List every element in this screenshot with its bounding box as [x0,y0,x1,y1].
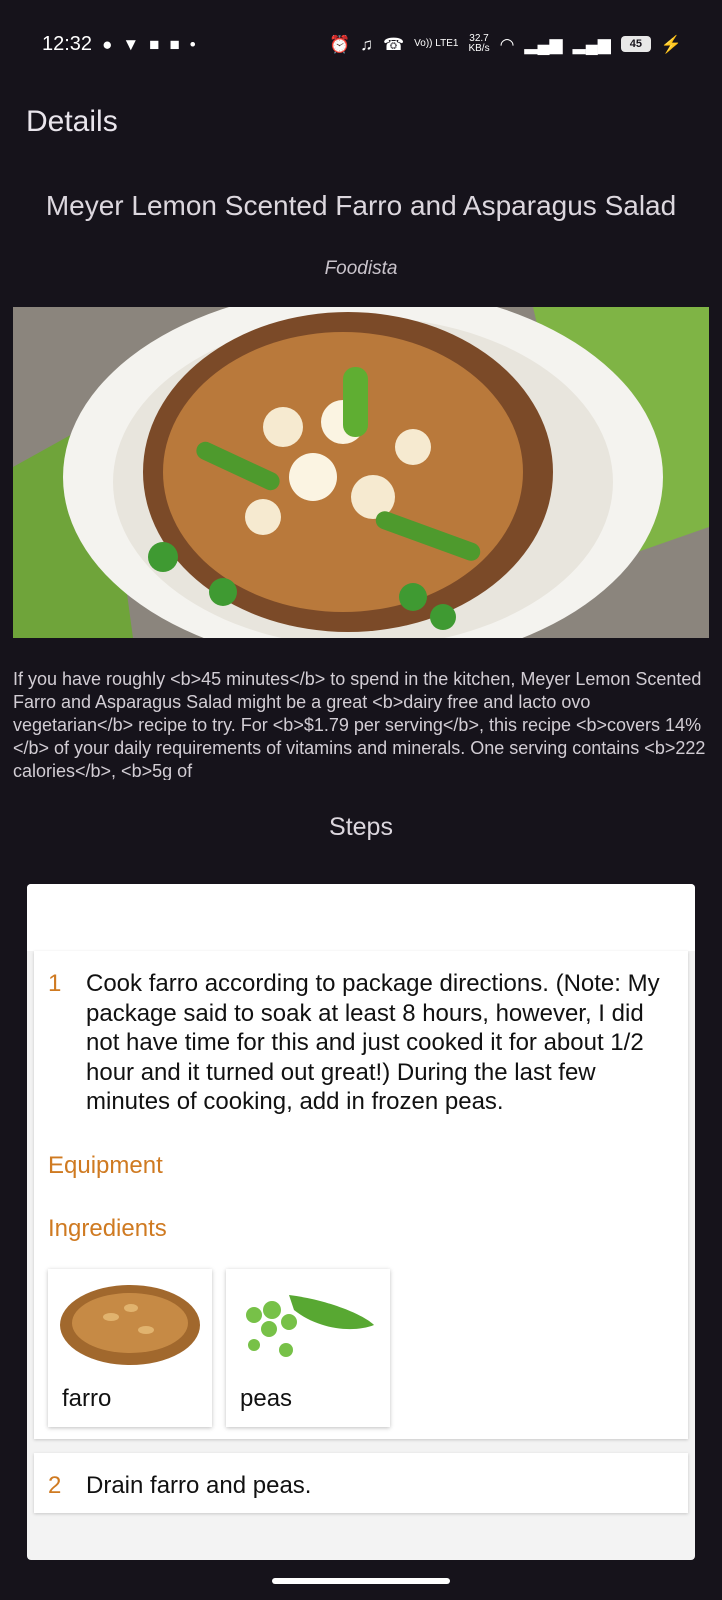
charging-icon: ⚡ [660,34,682,54]
status-left: 12:32 ● ▼ ■ ■ • [42,33,196,56]
ingredient-name: farro [62,1384,112,1412]
ingredient-card-farro[interactable]: farro [48,1268,212,1427]
alarm-icon: ⏰ [329,34,351,54]
peas-image [246,1294,374,1357]
bell-off-icon: ♫ [360,34,373,54]
wifi-icon: ◠ [499,34,515,54]
page-title: Details [26,105,118,138]
ingredient-card-peas[interactable]: peas [226,1268,390,1427]
wifi-call-icon: ☎ [382,34,405,54]
step-card-1: 1 Cook farro according to package direct… [34,951,688,1439]
step-row: 2 Drain farro and peas. [48,1471,674,1501]
gesture-nav-bar[interactable] [272,1578,450,1584]
recipe-title: Meyer Lemon Scented Farro and Asparagus … [45,190,677,221]
step-text: Cook farro according to package directio… [86,970,660,1115]
ingredients-label: Ingredients [48,1214,167,1242]
recipe-image [13,307,709,638]
steps-top-spacer [27,884,695,951]
status-right: ⏰ ♫ ☎ Vo)) LTE1 32.7 KB/s ◠ ▂▄▆ ▂▄▆ 45 ⚡ [329,34,682,54]
steps-list[interactable]: 1 Cook farro according to package direct… [27,884,695,1560]
linkedin-icon: ■ [169,34,180,54]
status-time: 12:32 [42,32,93,55]
shield-v-icon: ▼ [122,34,140,54]
farro-image [60,1284,200,1365]
step-text: Drain farro and peas. [86,1471,312,1499]
mail-icon: ■ [149,34,160,54]
step-row: 1 Cook farro according to package direct… [48,969,674,1117]
equipment-label: Equipment [48,1151,163,1179]
step-card-2: 2 Drain farro and peas. [34,1452,688,1513]
signal-icon: ▂▄▆ [572,34,611,54]
ingredient-name: peas [240,1384,293,1412]
recipe-source: Foodista [324,258,398,279]
status-bar: 12:32 ● ▼ ■ ■ • ⏰ ♫ ☎ Vo)) LTE1 32.7 KB/… [0,0,722,88]
signal-icon: ▂▄▆ [524,34,563,54]
network-volte: Vo)) LTE1 [414,38,459,49]
ingredients-row: farro peas [48,1268,674,1427]
steps-heading: Steps [329,813,393,841]
speed-unit: KB/s [468,43,490,54]
battery-indicator: 45 [620,36,651,52]
chat-bubble-icon: ● [102,34,113,54]
step-number: 1 [48,970,62,997]
dot-icon: • [189,34,196,54]
recipe-summary: If you have roughly <b>45 minutes</b> to… [13,669,706,780]
salad-illustration [13,307,709,638]
step-number: 2 [48,1471,62,1499]
speed-indicator: 32.7 KB/s [468,34,489,54]
